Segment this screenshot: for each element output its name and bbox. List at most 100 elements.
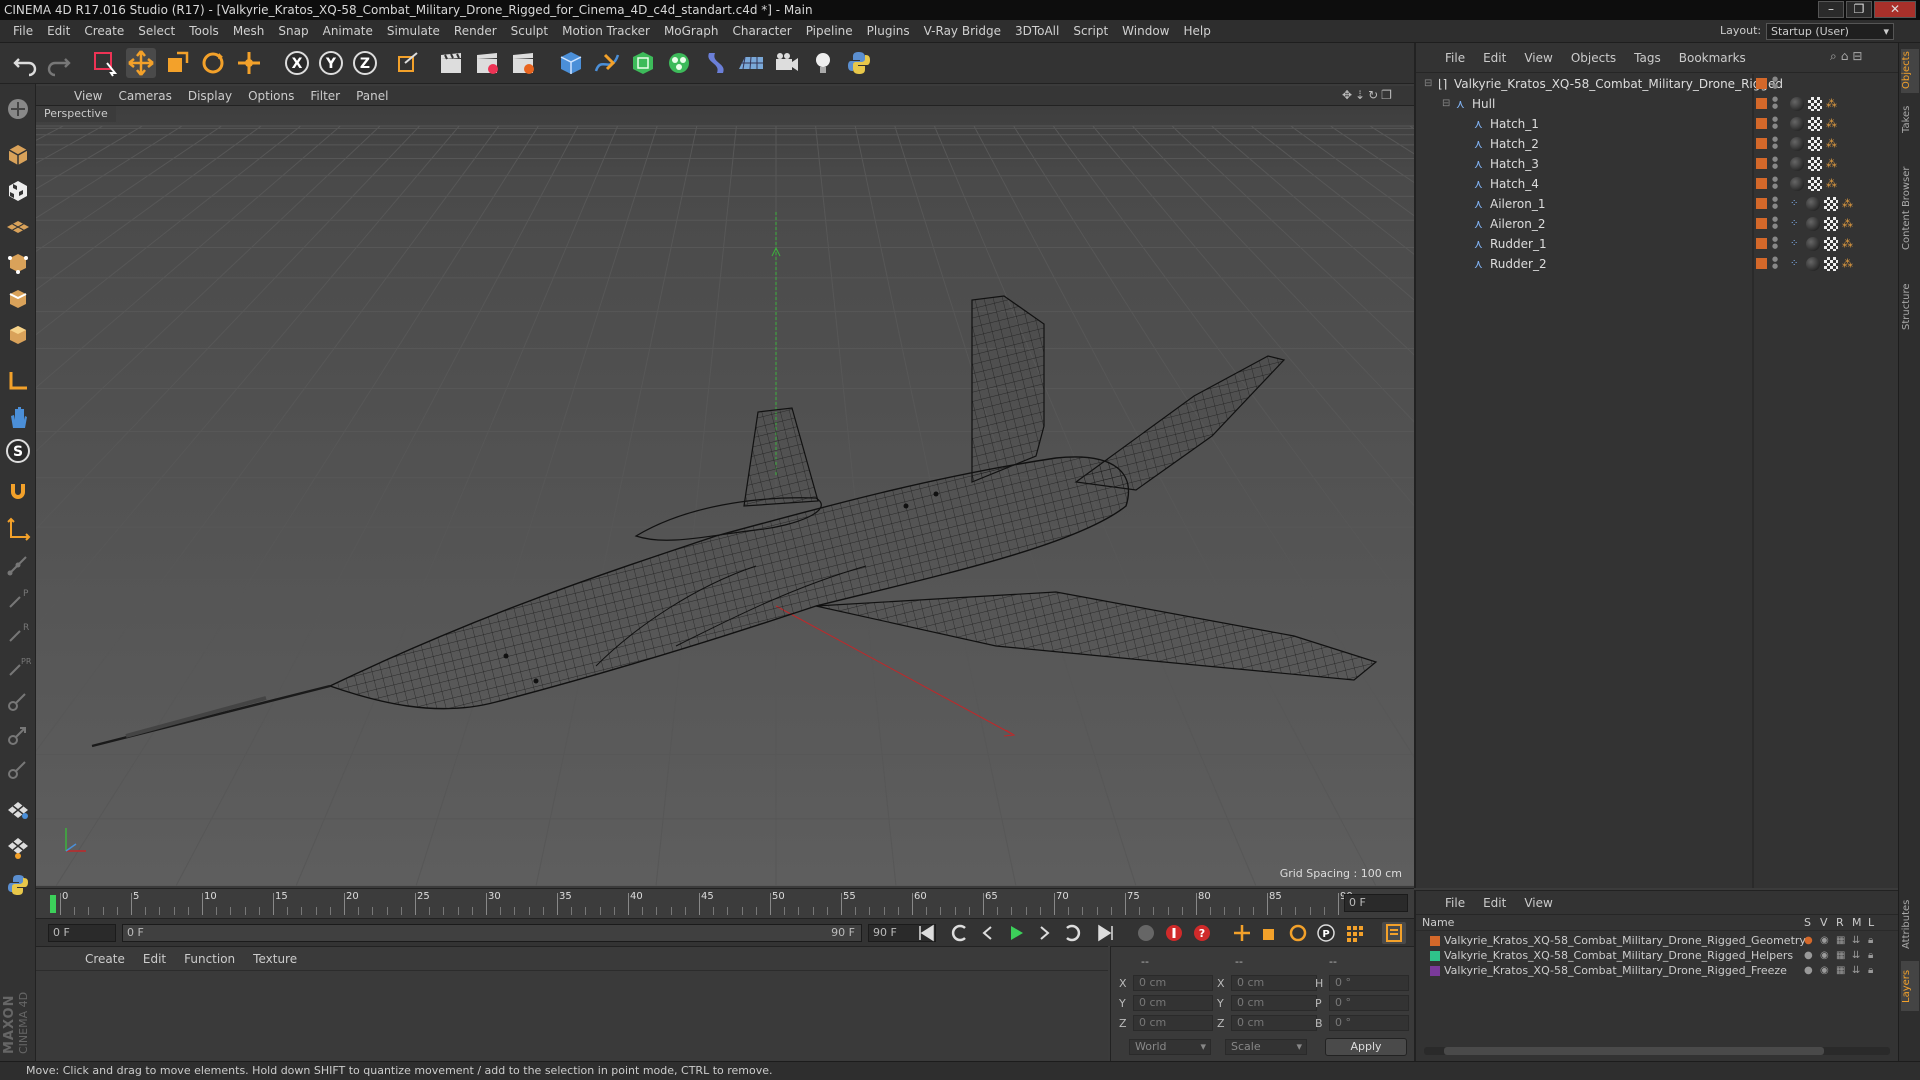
viewport-menu-cameras[interactable]: Cameras bbox=[110, 89, 179, 103]
visible-eye-icon[interactable]: ◉ bbox=[1820, 963, 1829, 978]
visibility-dots-icon[interactable]: ● ● bbox=[1772, 136, 1778, 150]
material-menu-create[interactable]: Create bbox=[76, 952, 134, 966]
coord-position-y-field[interactable]: 0 cm bbox=[1133, 995, 1213, 1011]
menu-help[interactable]: Help bbox=[1176, 24, 1217, 38]
ik-tag-icon[interactable]: ⁂ bbox=[1842, 194, 1853, 214]
joint-bind-button[interactable] bbox=[3, 686, 33, 716]
visibility-dots-icon[interactable]: ● ● bbox=[1772, 256, 1778, 270]
coord-position-z-field[interactable]: 0 cm bbox=[1133, 1015, 1213, 1031]
solo-mode-button[interactable]: S bbox=[3, 436, 33, 466]
texture-grid-button[interactable] bbox=[3, 794, 33, 824]
object-row[interactable]: ⋏ Aileron_2 ● ● ⁘ ⁂ bbox=[1416, 214, 1900, 234]
constraint-tag-icon[interactable]: ⁘ bbox=[1790, 214, 1798, 234]
axis-mode-button[interactable] bbox=[3, 366, 33, 396]
menu-file[interactable]: File bbox=[6, 24, 40, 38]
key-parameter-button[interactable]: P bbox=[1314, 922, 1338, 944]
undo-button[interactable] bbox=[10, 48, 40, 78]
layer-color-swatch[interactable] bbox=[1756, 158, 1767, 169]
tweak-mode-button[interactable] bbox=[3, 402, 33, 432]
key-position-button[interactable] bbox=[1230, 922, 1254, 944]
texture-tag-icon[interactable] bbox=[1824, 257, 1838, 271]
visibility-dots-icon[interactable]: ● ● bbox=[1772, 216, 1778, 230]
key-scale-button[interactable] bbox=[1258, 922, 1282, 944]
object-row[interactable]: ⊟ ⌊⌉ Valkyrie_Kratos_XQ-58_Combat_Military… bbox=[1416, 74, 1900, 94]
texture-tag-icon[interactable] bbox=[1808, 157, 1822, 171]
layer-color-swatch[interactable] bbox=[1430, 936, 1440, 946]
lm-menu-view[interactable]: View bbox=[1515, 896, 1561, 910]
edges-mode-button[interactable] bbox=[3, 284, 33, 314]
frame-range-slider[interactable]: 0 F 90 F bbox=[122, 924, 862, 942]
lock-icon[interactable]: 🔒︎ bbox=[1868, 933, 1873, 948]
add-floor-button[interactable] bbox=[736, 48, 766, 78]
object-row[interactable]: ⊟ ⋏ Hull ● ● ⁂ bbox=[1416, 94, 1900, 114]
viewport-menu-display[interactable]: Display bbox=[180, 89, 240, 103]
add-cube-button[interactable] bbox=[556, 48, 586, 78]
render-picture-viewer-button[interactable] bbox=[472, 48, 502, 78]
object-row[interactable]: ⋏ Hatch_1 ● ● ⁂ bbox=[1416, 114, 1900, 134]
material-tag-icon[interactable] bbox=[1806, 217, 1820, 231]
material-tag-icon[interactable] bbox=[1790, 117, 1804, 131]
om-menu-objects[interactable]: Objects bbox=[1562, 51, 1625, 65]
tab-layers[interactable]: Layers bbox=[1901, 961, 1919, 1011]
menu-create[interactable]: Create bbox=[77, 24, 131, 38]
render-view-button[interactable] bbox=[436, 48, 466, 78]
layer-scrollbar[interactable] bbox=[1424, 1047, 1890, 1055]
viewport-menu-filter[interactable]: Filter bbox=[302, 89, 348, 103]
menu-window[interactable]: Window bbox=[1115, 24, 1176, 38]
layer-color-swatch[interactable] bbox=[1430, 951, 1440, 961]
object-row[interactable]: ⋏ Rudder_2 ● ● ⁘ ⁂ bbox=[1416, 254, 1900, 274]
material-menu-texture[interactable]: Texture bbox=[244, 952, 306, 966]
manager-icon[interactable]: ⇊ bbox=[1852, 948, 1860, 963]
tab-structure[interactable]: Structure bbox=[1901, 277, 1919, 337]
viewport-menu-options[interactable]: Options bbox=[240, 89, 302, 103]
current-frame-field[interactable]: 0 F bbox=[1344, 894, 1408, 912]
python-script-button[interactable] bbox=[844, 48, 874, 78]
texture-tag-icon[interactable] bbox=[1824, 217, 1838, 231]
layer-color-swatch[interactable] bbox=[1430, 966, 1440, 976]
manager-icon[interactable]: ⇊ bbox=[1852, 963, 1860, 978]
lock-icon[interactable]: 🔒︎ bbox=[1868, 948, 1873, 963]
joint-align-button[interactable] bbox=[3, 720, 33, 750]
play-button[interactable] bbox=[1004, 922, 1028, 944]
apply-button[interactable]: Apply bbox=[1325, 1038, 1407, 1056]
next-frame-button[interactable] bbox=[1032, 922, 1056, 944]
om-menu-tags[interactable]: Tags bbox=[1625, 51, 1670, 65]
menu-script[interactable]: Script bbox=[1066, 24, 1115, 38]
model-mode-button[interactable] bbox=[3, 140, 33, 170]
ik-tag-icon[interactable]: ⁂ bbox=[1826, 174, 1837, 194]
ik-tag-icon[interactable]: ⁂ bbox=[1842, 214, 1853, 234]
menu-3dtoall[interactable]: 3DToAll bbox=[1008, 24, 1066, 38]
tab-objects[interactable]: Objects bbox=[1901, 49, 1919, 93]
ik-tag-icon[interactable]: ⁂ bbox=[1826, 94, 1837, 114]
add-light-button[interactable] bbox=[808, 48, 838, 78]
live-selection-button[interactable] bbox=[90, 48, 120, 78]
layout-select[interactable]: Startup (User) ▾ bbox=[1766, 23, 1894, 40]
texture-tag-icon[interactable] bbox=[1808, 97, 1822, 111]
om-menu-bookmarks[interactable]: Bookmarks bbox=[1670, 51, 1755, 65]
playhead[interactable] bbox=[50, 895, 56, 913]
autokey-button[interactable]: ? bbox=[1190, 922, 1214, 944]
expand-toggle-icon[interactable]: ⊟ bbox=[1442, 94, 1450, 114]
object-row[interactable]: ⋏ Hatch_4 ● ● ⁂ bbox=[1416, 174, 1900, 194]
add-spline-button[interactable] bbox=[592, 48, 622, 78]
visibility-dots-icon[interactable]: ● ● bbox=[1772, 96, 1778, 110]
menu-tools[interactable]: Tools bbox=[182, 24, 226, 38]
previous-frame-button[interactable] bbox=[976, 922, 1000, 944]
key-rotation-button[interactable] bbox=[1286, 922, 1310, 944]
om-menu-view[interactable]: View bbox=[1515, 51, 1561, 65]
material-menu-edit[interactable]: Edit bbox=[134, 952, 175, 966]
python-left-button[interactable] bbox=[3, 870, 33, 900]
menu-animate[interactable]: Animate bbox=[316, 24, 380, 38]
visible-eye-icon[interactable]: ◉ bbox=[1820, 948, 1829, 963]
ik-tag-icon[interactable]: ⁂ bbox=[1826, 154, 1837, 174]
sculpt-grid-button[interactable] bbox=[3, 832, 33, 862]
workplane-mode-button[interactable] bbox=[3, 210, 33, 240]
expand-toggle-icon[interactable]: ⊟ bbox=[1424, 74, 1432, 94]
coord-size-y-field[interactable]: 0 cm bbox=[1231, 995, 1317, 1011]
constraint-tag-icon[interactable]: ⁘ bbox=[1790, 234, 1798, 254]
menu-character[interactable]: Character bbox=[725, 24, 798, 38]
perspective-viewport[interactable]: Perspective Grid Spacing : 100 cm bbox=[36, 106, 1414, 886]
menu-sculpt[interactable]: Sculpt bbox=[504, 24, 555, 38]
om-menu-file[interactable]: File bbox=[1436, 51, 1474, 65]
record-motion-button[interactable] bbox=[1134, 922, 1158, 944]
